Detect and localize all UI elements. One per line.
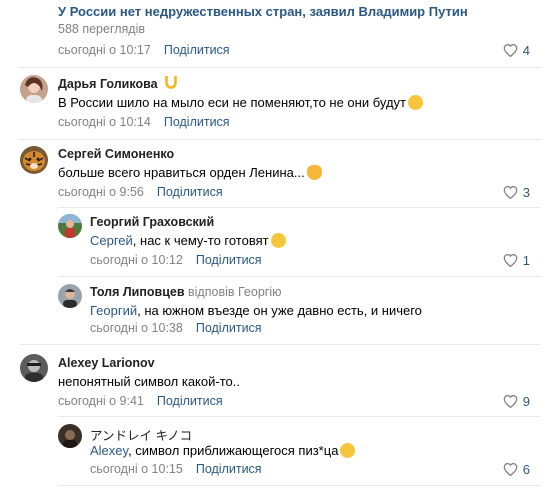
like-count: 4 [522,43,530,58]
like-count: 3 [522,185,530,200]
avatar[interactable] [58,284,82,308]
reply-meta: сьогодні о 10:12 Поділитися [90,253,262,267]
grinning-emoji [270,233,286,248]
comment-like-button[interactable]: 9 [503,394,530,409]
post-views: 588 переглядів [58,22,146,36]
mention-link[interactable]: Георгий [90,303,137,318]
comment-author[interactable]: Дарья Голикова [58,75,178,91]
comment-text: непонятный символ какой-то.. [58,374,240,389]
share-button[interactable]: Поділитися [164,115,230,129]
horseshoe-icon [165,75,177,89]
reply-text: Alexey, символ приближающегося пиз*ца [90,440,358,461]
reply-time[interactable]: сьогодні о 10:38 [90,321,183,335]
reply-author-name[interactable]: Толя Липовцев [90,285,185,299]
avatar-image [58,424,82,448]
comment-text: В России шило на мыло еси не поменяют,то… [58,95,423,110]
divider [58,485,540,486]
share-button[interactable]: Поділитися [157,185,223,199]
mention-link[interactable]: Alexey [90,443,128,458]
share-button[interactable]: Поділитися [164,43,230,57]
post-like-button[interactable]: 4 [503,43,530,58]
avatar[interactable] [58,424,82,448]
share-button[interactable]: Поділитися [196,321,262,335]
reply-time[interactable]: сьогодні о 10:12 [90,253,183,267]
divider [58,416,540,417]
comment-time[interactable]: сьогодні о 9:56 [58,185,144,199]
rofl-emoji [337,440,358,461]
post-meta: сьогодні о 10:17 Поділитися [58,43,230,57]
heart-icon [503,254,518,267]
post-title[interactable]: У России нет недружественных стран, заяв… [58,4,468,19]
ok-hand-emoji [306,165,322,180]
avatar[interactable] [20,354,48,382]
divider [58,207,540,208]
reply-text: Сергей, нас к чему-то готовят [90,233,286,248]
reply-author[interactable]: アンドレイ キノコ [90,425,192,444]
share-button[interactable]: Поділитися [196,253,262,267]
divider [20,139,540,140]
heart-icon [503,395,518,408]
reply-like-button[interactable]: 1 [503,253,530,268]
divider [20,67,540,68]
heart-icon [503,186,518,199]
avatar-image [20,146,48,174]
reply-author: Толя Липовцев відповів Георгію [90,285,281,299]
reply-meta: сьогодні о 10:38 Поділитися [90,321,262,335]
heart-icon [503,463,518,476]
avatar-image [58,214,82,238]
avatar[interactable] [20,75,48,103]
divider [20,344,540,345]
comment-author[interactable]: Сергей Симоненко [58,147,174,161]
reply-time[interactable]: сьогодні о 10:15 [90,462,183,476]
avatar-image [20,75,48,103]
comment-time[interactable]: сьогодні о 9:41 [58,394,144,408]
mention-link[interactable]: Сергей [90,233,133,248]
comment-like-button[interactable]: 3 [503,185,530,200]
heart-icon [503,44,518,57]
share-button[interactable]: Поділитися [196,462,262,476]
like-count: 1 [522,253,530,268]
avatar[interactable] [58,214,82,238]
comment-time[interactable]: сьогодні о 10:14 [58,115,151,129]
like-count: 6 [522,462,530,477]
avatar-image [20,354,48,382]
reply-to-label[interactable]: відповів Георгію [188,285,281,299]
post-time[interactable]: сьогодні о 10:17 [58,43,151,57]
comment-meta: сьогодні о 10:14 Поділитися [58,115,230,129]
avatar-image [58,284,82,308]
comment-text: больше всего нравиться орден Ленина... [58,165,322,180]
avatar[interactable] [20,146,48,174]
divider [58,276,540,277]
share-button[interactable]: Поділитися [157,394,223,408]
comment-meta: сьогодні о 9:41 Поділитися [58,394,223,408]
reply-text: Георгий, на южном въезде он уже давно ес… [90,303,422,318]
like-count: 9 [522,394,530,409]
comment-author[interactable]: Alexey Larionov [58,356,155,370]
reply-meta: сьогодні о 10:15 Поділитися [90,462,262,476]
comment-meta: сьогодні о 9:56 Поділитися [58,185,223,199]
reply-author[interactable]: Георгий Граховский [90,215,214,229]
laughing-tears-emoji [407,95,423,110]
reply-like-button[interactable]: 6 [503,462,530,477]
